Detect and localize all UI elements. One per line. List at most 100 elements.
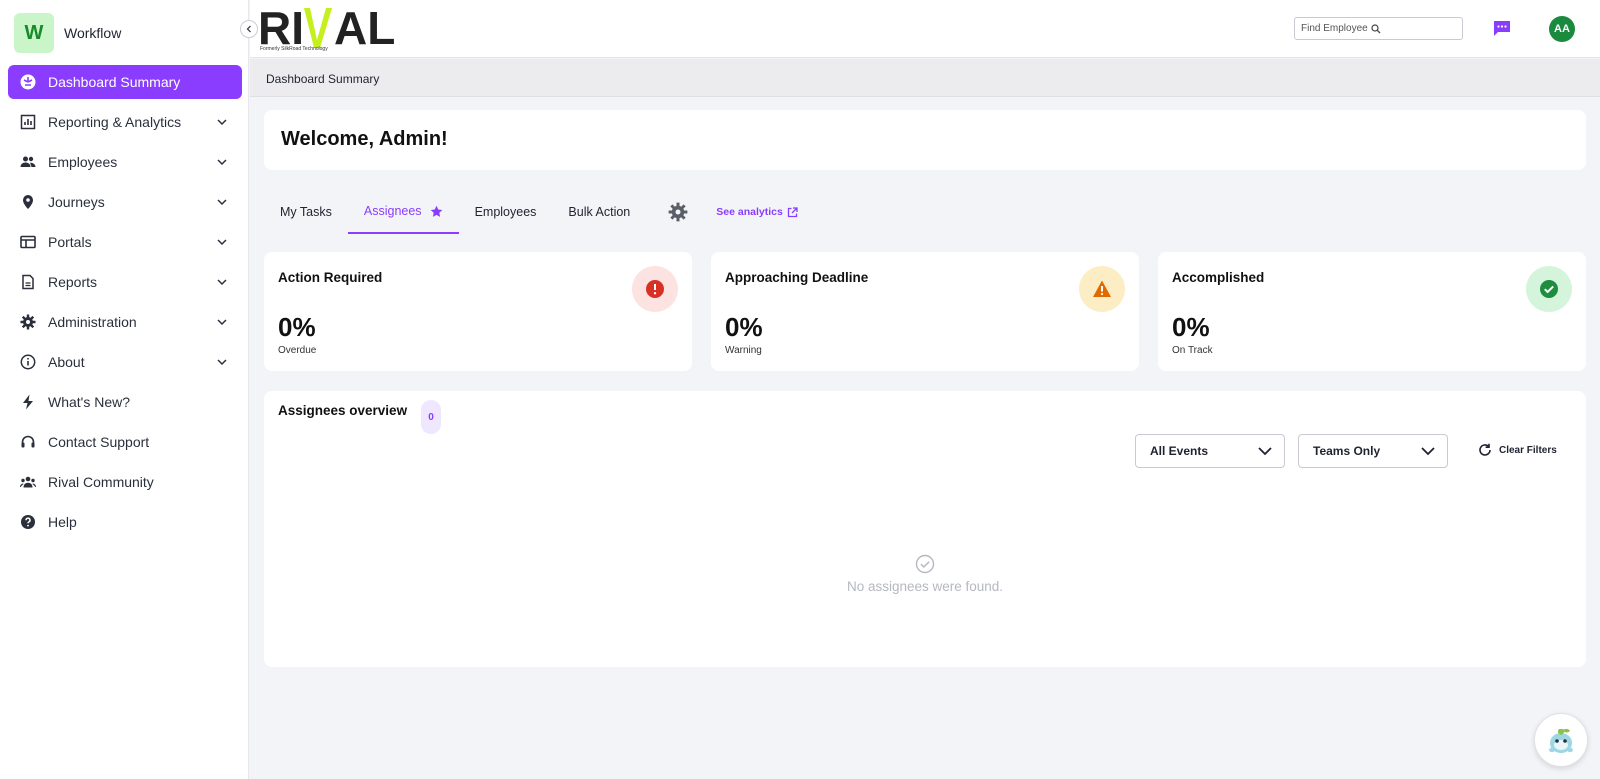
sidebar-item-administration[interactable]: Administration	[8, 305, 242, 339]
sidebar-item-dashboard-summary[interactable]: Dashboard Summary	[8, 65, 242, 99]
sidebar-item-journeys[interactable]: Journeys	[8, 185, 242, 219]
welcome-panel: Welcome, Admin!	[264, 110, 1586, 170]
card-subtitle: On Track	[1172, 345, 1213, 356]
chevron-down-icon	[217, 319, 227, 326]
sidebar-item-label: Dashboard Summary	[48, 74, 181, 90]
tab-my-tasks[interactable]: My Tasks	[264, 190, 348, 234]
tab-bulk-action[interactable]: Bulk Action	[552, 190, 646, 234]
sidebar-item-reporting-analytics[interactable]: Reporting & Analytics	[8, 105, 242, 139]
refresh-icon	[1479, 443, 1491, 456]
events-filter-select[interactable]: All Events	[1135, 434, 1285, 468]
sidebar: W Workflow Dashboard Summary Reporting &…	[0, 0, 249, 779]
location-pin-icon	[20, 194, 36, 210]
teams-filter-select[interactable]: Teams Only	[1298, 434, 1448, 468]
card-subtitle: Warning	[725, 345, 762, 356]
count-badge: 0	[421, 400, 441, 434]
community-icon	[20, 474, 36, 490]
brand-tagline: Formerly SilkRoad Technology	[260, 46, 328, 52]
sidebar-item-label: Portals	[48, 234, 92, 250]
svg-text:AL: AL	[334, 4, 394, 52]
tab-assignees[interactable]: Assignees	[347, 190, 459, 234]
help-icon	[20, 514, 36, 530]
card-value: 0%	[725, 312, 763, 342]
sidebar-item-about[interactable]: About	[8, 345, 242, 379]
sidebar-item-label: Help	[48, 514, 77, 530]
tab-label: Bulk Action	[568, 205, 631, 219]
sidebar-item-label: Reports	[48, 274, 98, 290]
tab-label: Employees	[474, 205, 537, 219]
empty-state: No assignees were found.	[264, 554, 1586, 594]
clear-filters-label: Clear Filters	[1499, 444, 1557, 456]
tab-employees[interactable]: Employees	[459, 190, 553, 234]
sidebar-item-label: Employees	[48, 154, 118, 170]
sidebar-item-label: About	[48, 354, 85, 370]
sidebar-item-label: Reporting & Analytics	[48, 114, 182, 130]
card-badge	[1526, 266, 1572, 312]
rival-logo-icon: RI AL	[258, 2, 395, 54]
external-link-icon	[787, 206, 798, 217]
search-placeholder: Find Employee	[1301, 23, 1368, 34]
search-icon	[1371, 23, 1381, 33]
card-title: Action Required	[278, 270, 383, 285]
avatar[interactable]: AA	[1549, 16, 1575, 42]
see-analytics-label: See analytics	[716, 206, 783, 218]
info-icon	[20, 354, 36, 370]
card-subtitle: Overdue	[278, 345, 317, 356]
breadcrumb-item: Dashboard Summary	[266, 72, 380, 86]
sidebar-item-reports[interactable]: Reports	[8, 265, 242, 299]
assistant-bot-button[interactable]	[1534, 713, 1588, 767]
card-badge	[1079, 266, 1125, 312]
brand-logo[interactable]: RI AL Formerly SilkRoad Technology	[258, 2, 395, 57]
sidebar-item-employees[interactable]: Employees	[8, 145, 242, 179]
chevron-down-icon	[1258, 447, 1272, 456]
top-bar: RI AL Formerly SilkRoad Technology Find …	[250, 0, 1600, 58]
chevron-down-icon	[217, 119, 227, 126]
tab-bar: My Tasks Assignees Employees Bulk Action…	[264, 190, 798, 234]
approaching-deadline-card[interactable]: Approaching Deadline 0% Warning	[711, 252, 1139, 371]
chevron-down-icon	[1421, 447, 1435, 456]
sidebar-item-label: Journeys	[48, 194, 105, 210]
svg-text:RI: RI	[258, 4, 304, 52]
people-icon	[20, 154, 36, 170]
chevron-left-icon	[246, 25, 251, 33]
assignees-overview-panel: Assignees overview 0 All Events Teams On…	[264, 391, 1586, 667]
star-icon[interactable]	[430, 205, 443, 218]
sidebar-item-whats-new[interactable]: What's New?	[8, 385, 242, 419]
card-title: Approaching Deadline	[725, 270, 869, 285]
chevron-down-icon	[217, 199, 227, 206]
sidebar-item-label: What's New?	[48, 394, 131, 410]
sidebar-item-rival-community[interactable]: Rival Community	[8, 465, 242, 499]
see-analytics-link[interactable]: See analytics	[716, 206, 798, 218]
sidebar-item-help[interactable]: Help	[8, 505, 242, 539]
sidebar-nav: Dashboard Summary Reporting & Analytics …	[8, 65, 242, 545]
chat-icon[interactable]	[1493, 20, 1511, 37]
check-circle-icon	[1540, 280, 1558, 298]
gear-icon[interactable]	[668, 202, 688, 222]
clear-filters-button[interactable]: Clear Filters	[1478, 443, 1557, 457]
sidebar-item-label: Contact Support	[48, 434, 150, 450]
chevron-down-icon	[217, 359, 227, 366]
accomplished-card[interactable]: Accomplished 0% On Track	[1158, 252, 1586, 371]
card-value: 0%	[278, 312, 316, 342]
empty-message: No assignees were found.	[846, 579, 1004, 594]
search-input[interactable]: Find Employee	[1294, 17, 1463, 40]
gear-icon	[20, 314, 36, 330]
sidebar-item-label: Administration	[48, 314, 137, 330]
tab-label: My Tasks	[280, 205, 332, 219]
card-badge	[632, 266, 678, 312]
lightning-icon	[20, 394, 36, 410]
section-title: Assignees overview	[278, 403, 408, 418]
chevron-down-icon	[217, 239, 227, 246]
sidebar-item-portals[interactable]: Portals	[8, 225, 242, 259]
check-circle-outline-icon	[915, 554, 935, 574]
app-logo: W	[14, 13, 54, 53]
dashboard-icon	[20, 74, 36, 90]
sidebar-item-contact-support[interactable]: Contact Support	[8, 425, 242, 459]
app-header[interactable]: W Workflow	[14, 13, 121, 53]
collapse-sidebar-button[interactable]	[240, 20, 258, 38]
tab-label: Assignees	[363, 204, 422, 218]
warning-triangle-icon	[1093, 280, 1111, 297]
card-value: 0%	[1172, 312, 1210, 342]
select-value: Teams Only	[1313, 444, 1381, 458]
action-required-card[interactable]: Action Required 0% Overdue	[264, 252, 692, 371]
